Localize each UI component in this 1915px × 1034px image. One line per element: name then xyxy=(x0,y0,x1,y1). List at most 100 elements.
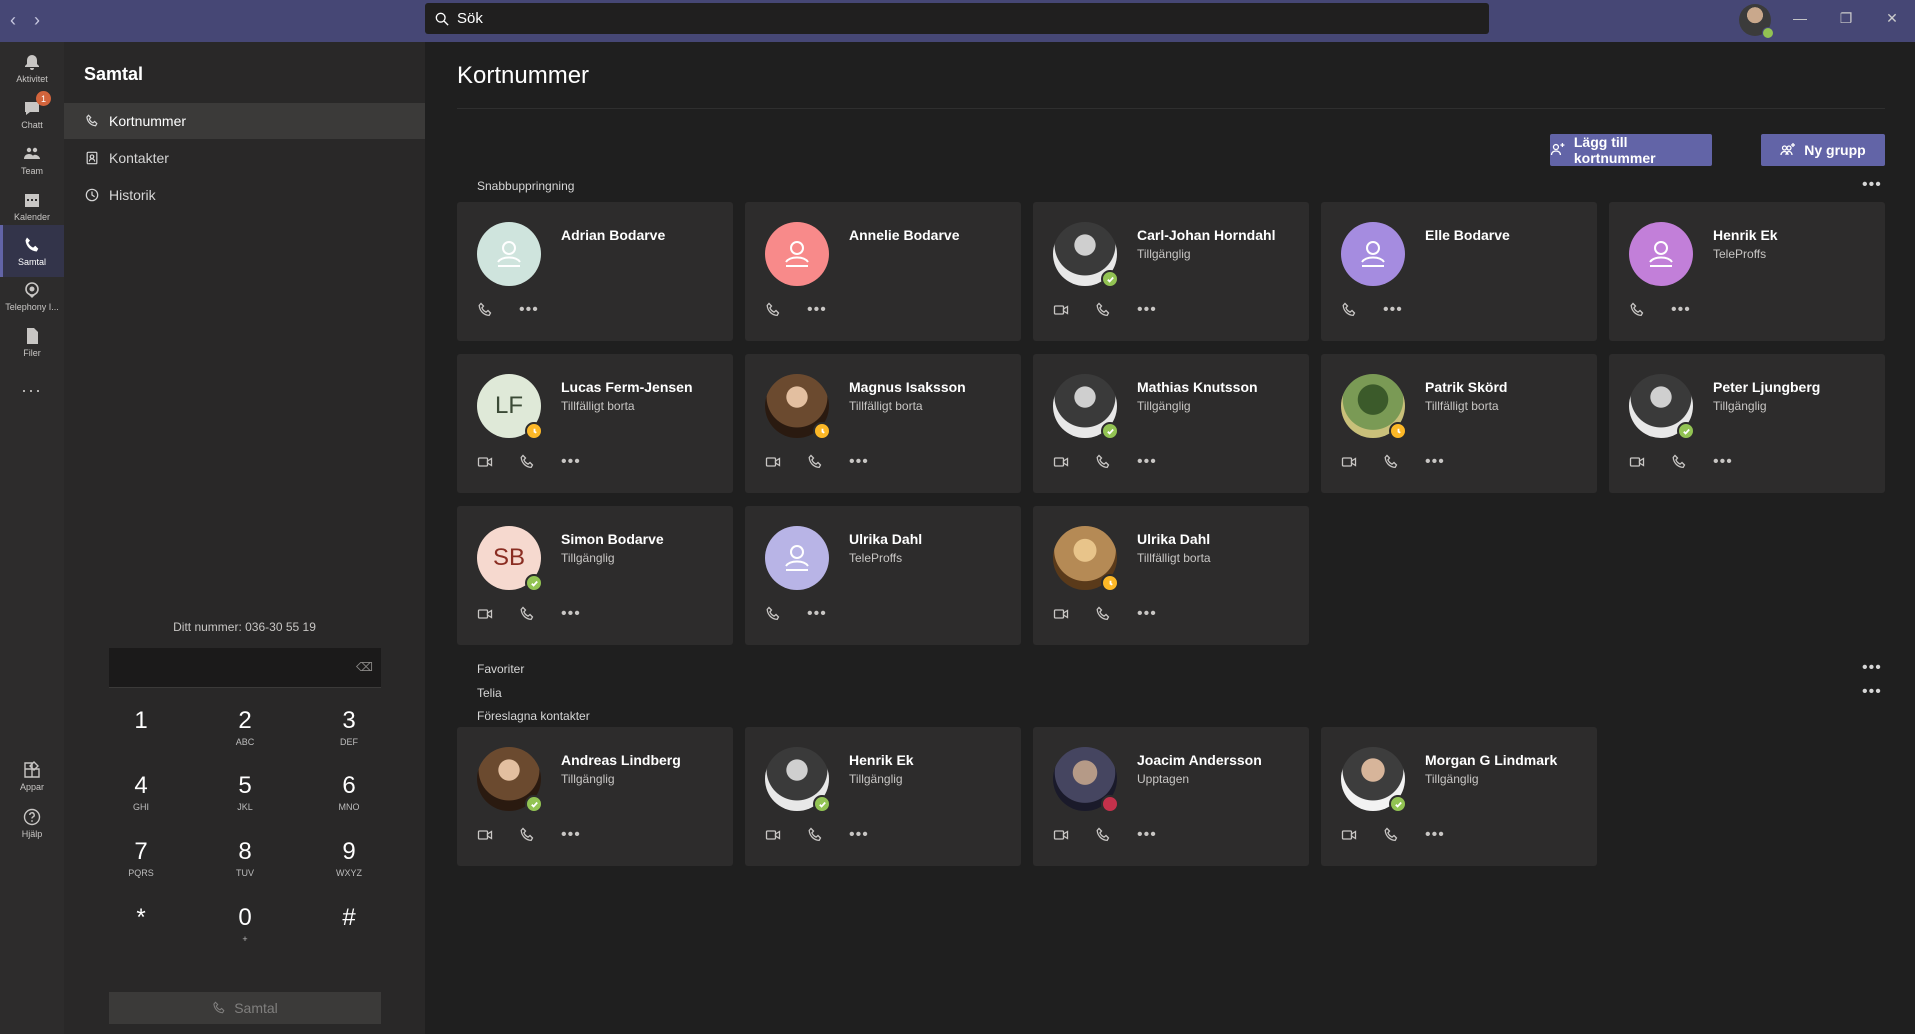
video-call-icon[interactable] xyxy=(1053,606,1069,622)
dial-key[interactable]: 1 xyxy=(101,707,181,757)
profile-avatar[interactable] xyxy=(1739,4,1774,39)
dial-key[interactable]: 8 TUV xyxy=(205,838,285,888)
more-options-button[interactable]: ••• xyxy=(1137,302,1157,318)
video-call-icon[interactable] xyxy=(477,606,493,622)
audio-call-icon[interactable] xyxy=(807,827,823,843)
dial-key[interactable]: 7 PQRS xyxy=(101,838,181,888)
contact-card[interactable]: Morgan G Lindmark Tillgänglig ••• xyxy=(1321,727,1597,866)
more-options-button[interactable]: ••• xyxy=(807,606,827,622)
contact-card[interactable]: Henrik Ek TeleProffs ••• xyxy=(1609,202,1885,341)
rail-item-chat[interactable]: Chatt 1 xyxy=(0,88,64,140)
more-options-button[interactable]: ••• xyxy=(807,302,827,318)
audio-call-icon[interactable] xyxy=(1383,827,1399,843)
dial-key[interactable]: # xyxy=(309,904,389,954)
add-speed-dial-button[interactable]: Lägg till kortnummer xyxy=(1550,134,1712,166)
dial-key[interactable]: 4 GHI xyxy=(101,772,181,822)
dial-key[interactable]: 5 JKL xyxy=(205,772,285,822)
dial-key[interactable]: 2 ABC xyxy=(205,707,285,757)
favorites-more-button[interactable]: ••• xyxy=(1862,659,1882,677)
rail-item-telephony[interactable]: Telephony I... xyxy=(0,270,64,322)
video-call-icon[interactable] xyxy=(1053,302,1069,318)
contact-card[interactable]: Magnus Isaksson Tillfälligt borta ••• xyxy=(745,354,1021,493)
more-options-button[interactable]: ••• xyxy=(1383,302,1403,318)
back-icon[interactable]: ‹ xyxy=(10,10,16,31)
favorites-section-label[interactable]: Favoriter xyxy=(477,662,524,676)
more-options-button[interactable]: ••• xyxy=(1137,454,1157,470)
video-call-icon[interactable] xyxy=(1341,827,1357,843)
audio-call-icon[interactable] xyxy=(519,827,535,843)
contact-card[interactable]: Carl-Johan Horndahl Tillgänglig ••• xyxy=(1033,202,1309,341)
video-call-icon[interactable] xyxy=(1053,827,1069,843)
audio-call-icon[interactable] xyxy=(1341,302,1357,318)
speed-dial-more-button[interactable]: ••• xyxy=(1862,176,1882,194)
contact-card[interactable]: Peter Ljungberg Tillgänglig ••• xyxy=(1609,354,1885,493)
contact-card[interactable]: Adrian Bodarve ••• xyxy=(457,202,733,341)
video-call-icon[interactable] xyxy=(1053,454,1069,470)
more-options-button[interactable]: ••• xyxy=(1137,827,1157,843)
restore-icon[interactable]: ❐ xyxy=(1823,0,1869,36)
more-options-button[interactable]: ••• xyxy=(519,302,539,318)
audio-call-icon[interactable] xyxy=(1095,827,1111,843)
rail-item-teams[interactable]: Team xyxy=(0,134,64,186)
contact-card[interactable]: Ulrika Dahl TeleProffs ••• xyxy=(745,506,1021,645)
dial-number-input[interactable]: ⌫ xyxy=(109,648,381,688)
telia-more-button[interactable]: ••• xyxy=(1862,683,1882,701)
contact-card[interactable]: LF Lucas Ferm-Jensen Tillfälligt borta ••• xyxy=(457,354,733,493)
audio-call-icon[interactable] xyxy=(519,454,535,470)
side-item-historik[interactable]: Historik xyxy=(64,177,425,213)
side-item-kontakter[interactable]: Kontakter xyxy=(64,140,425,176)
audio-call-icon[interactable] xyxy=(1383,454,1399,470)
video-call-icon[interactable] xyxy=(1629,454,1645,470)
audio-call-icon[interactable] xyxy=(477,302,493,318)
video-call-icon[interactable] xyxy=(765,827,781,843)
audio-call-icon[interactable] xyxy=(1095,302,1111,318)
more-options-button[interactable]: ••• xyxy=(561,827,581,843)
more-options-button[interactable]: ••• xyxy=(1671,302,1691,318)
more-options-button[interactable]: ••• xyxy=(1425,827,1445,843)
audio-call-icon[interactable] xyxy=(807,454,823,470)
telia-section-label[interactable]: Telia xyxy=(477,686,502,700)
more-options-button[interactable]: ••• xyxy=(1713,454,1733,470)
close-icon[interactable]: ✕ xyxy=(1869,0,1915,36)
video-call-icon[interactable] xyxy=(477,827,493,843)
contact-card[interactable]: Ulrika Dahl Tillfälligt borta ••• xyxy=(1033,506,1309,645)
audio-call-icon[interactable] xyxy=(1095,454,1111,470)
video-call-icon[interactable] xyxy=(1341,454,1357,470)
more-options-button[interactable]: ••• xyxy=(561,454,581,470)
rail-item-activity[interactable]: Aktivitet xyxy=(0,42,64,94)
dial-key[interactable]: 0 + xyxy=(205,904,285,954)
call-button[interactable]: Samtal xyxy=(109,992,381,1024)
audio-call-icon[interactable] xyxy=(765,302,781,318)
contact-card[interactable]: SB Simon Bodarve Tillgänglig ••• xyxy=(457,506,733,645)
audio-call-icon[interactable] xyxy=(1671,454,1687,470)
more-options-button[interactable]: ••• xyxy=(561,606,581,622)
audio-call-icon[interactable] xyxy=(1095,606,1111,622)
rail-item-apps[interactable]: Appar xyxy=(0,750,64,802)
forward-icon[interactable]: › xyxy=(34,10,40,31)
dial-key[interactable]: 3 DEF xyxy=(309,707,389,757)
audio-call-icon[interactable] xyxy=(519,606,535,622)
more-options-button[interactable]: ••• xyxy=(849,827,869,843)
audio-call-icon[interactable] xyxy=(1629,302,1645,318)
minimize-icon[interactable]: — xyxy=(1777,0,1823,36)
dial-key[interactable]: 6 MNO xyxy=(309,772,389,822)
more-options-button[interactable]: ••• xyxy=(849,454,869,470)
video-call-icon[interactable] xyxy=(765,454,781,470)
contact-card[interactable]: Joacim Andersson Upptagen ••• xyxy=(1033,727,1309,866)
contact-card[interactable]: Andreas Lindberg Tillgänglig ••• xyxy=(457,727,733,866)
audio-call-icon[interactable] xyxy=(765,606,781,622)
dial-key[interactable]: * xyxy=(101,904,181,954)
new-group-button[interactable]: Ny grupp xyxy=(1761,134,1885,166)
dial-key[interactable]: 9 WXYZ xyxy=(309,838,389,888)
side-item-kortnummer[interactable]: Kortnummer xyxy=(64,103,425,139)
more-options-button[interactable]: ••• xyxy=(1425,454,1445,470)
rail-item-help[interactable]: Hjälp xyxy=(0,797,64,849)
video-call-icon[interactable] xyxy=(477,454,493,470)
contact-card[interactable]: Henrik Ek Tillgänglig ••• xyxy=(745,727,1021,866)
contact-card[interactable]: Patrik Skörd Tillfälligt borta ••• xyxy=(1321,354,1597,493)
contact-card[interactable]: Elle Bodarve ••• xyxy=(1321,202,1597,341)
rail-item-more[interactable]: ... xyxy=(0,360,64,412)
backspace-icon[interactable]: ⌫ xyxy=(356,660,373,674)
contact-card[interactable]: Annelie Bodarve ••• xyxy=(745,202,1021,341)
search-input[interactable]: Sök xyxy=(425,3,1489,34)
